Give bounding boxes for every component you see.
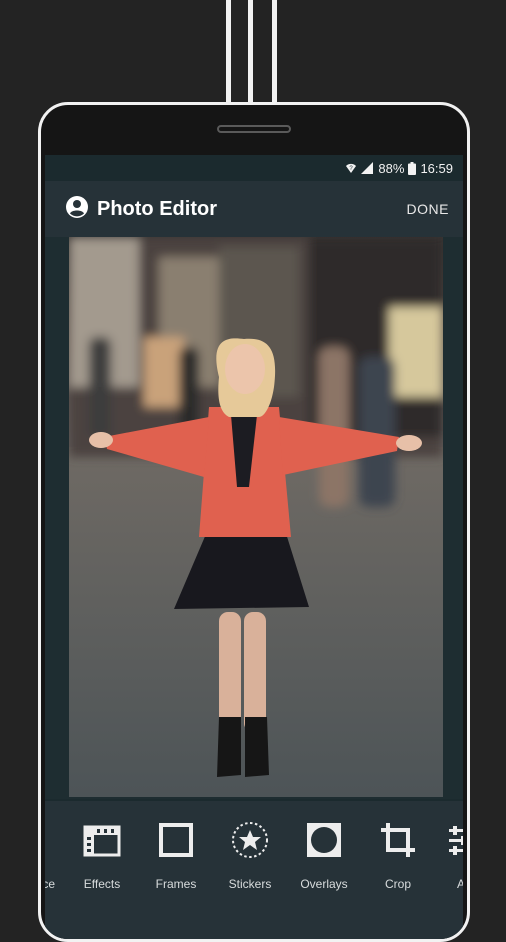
battery-percent: 88%: [378, 160, 405, 176]
tool-crop[interactable]: Crop: [361, 801, 435, 901]
tool-effects[interactable]: Effects: [65, 801, 139, 901]
tool-label: Crop: [384, 877, 411, 891]
film-strip-icon: [83, 821, 121, 861]
tool-label: Overlays: [300, 877, 348, 891]
tool-label: Frames: [155, 877, 197, 891]
tool-label: Effects: [83, 877, 121, 891]
account-icon[interactable]: [65, 195, 89, 224]
tool-frames[interactable]: Frames: [139, 801, 213, 901]
signal-icon: [361, 162, 374, 174]
image-canvas: [45, 237, 463, 799]
tool-stickers[interactable]: Stickers: [213, 801, 287, 901]
circle-overlay-icon: [305, 821, 343, 861]
tool-adjust[interactable]: Ad: [435, 801, 463, 901]
app-bar: Photo Editor DONE: [45, 181, 463, 237]
tool-label: ce: [45, 877, 55, 891]
phone-speaker: [217, 125, 291, 133]
phone-screen: ? 88% 16:59 Photo Editor DONE e Effects …: [45, 155, 463, 939]
adjust-sliders-icon: [449, 821, 463, 861]
wifi-icon: ?: [345, 162, 357, 174]
done-button[interactable]: DONE: [407, 201, 449, 217]
tools-toolbar: ce Effects: [45, 801, 463, 939]
tool-overlays[interactable]: Overlays: [287, 801, 361, 901]
battery-icon: [408, 161, 417, 175]
phone-frame: ? 88% 16:59 Photo Editor DONE e Effects …: [38, 102, 470, 942]
tool-label: Ad: [435, 877, 463, 891]
decorative-stripes: [226, 0, 280, 104]
clock: 16:59: [420, 160, 453, 176]
page-title: Photo Editor: [97, 197, 217, 220]
status-bar: ? 88% 16:59: [45, 155, 463, 181]
star-sticker-icon: [231, 821, 269, 861]
frame-icon: [157, 821, 195, 861]
crop-icon: [379, 821, 417, 861]
edited-photo[interactable]: [69, 237, 443, 797]
tool-label: Stickers: [228, 877, 272, 891]
tool-partial-left[interactable]: ce: [45, 801, 55, 901]
